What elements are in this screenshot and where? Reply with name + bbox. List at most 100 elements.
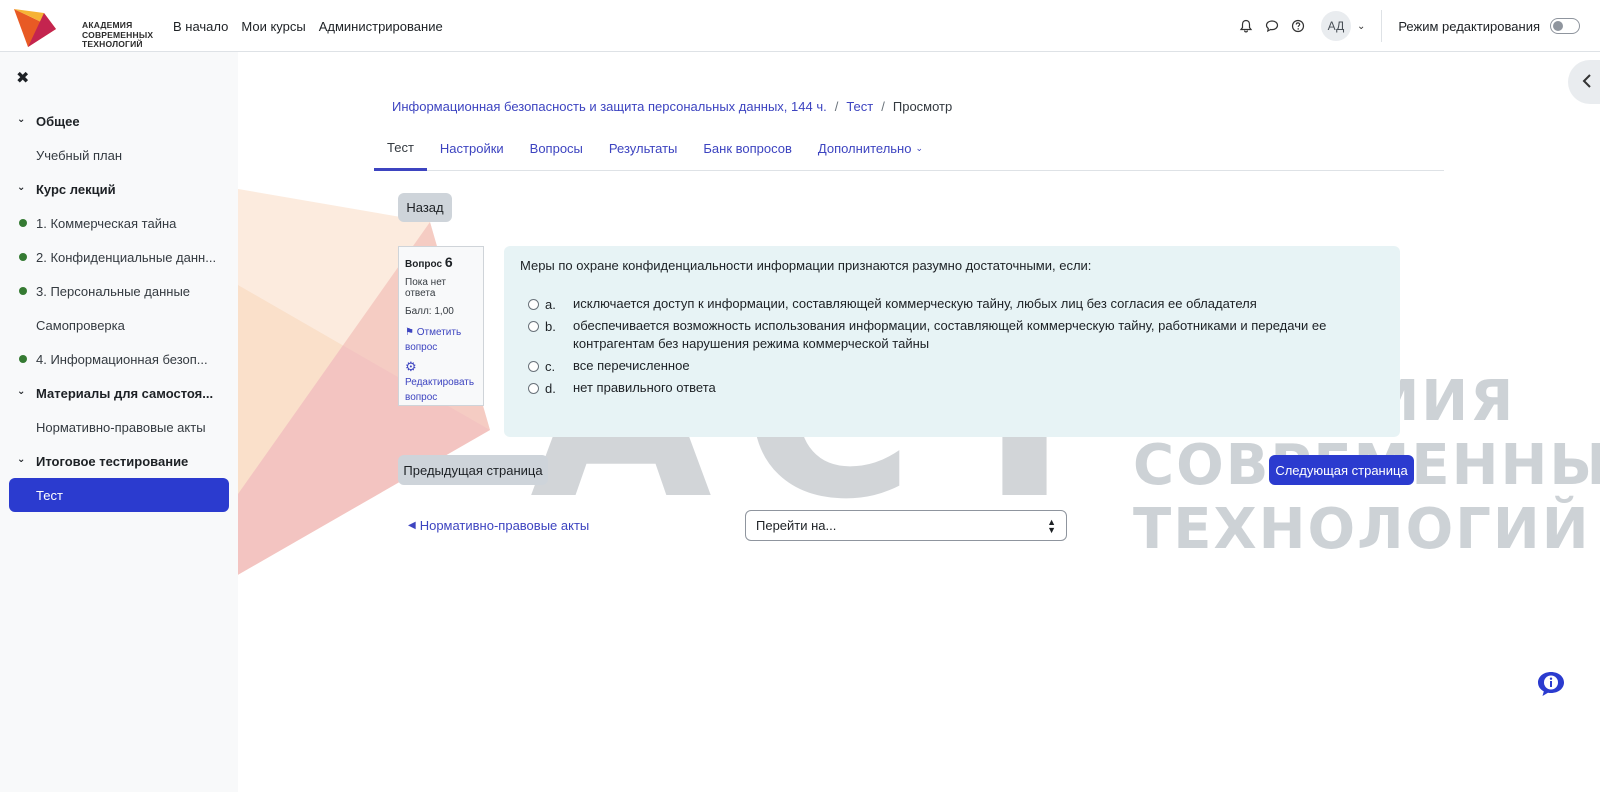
completion-dot-icon (19, 287, 27, 295)
course-item-info-security[interactable]: 4. Информационная безоп... (0, 342, 238, 376)
top-navbar: АКАДЕМИЯ СОВРЕМЕННЫХ ТЕХНОЛОГИЙ В начало… (0, 0, 1600, 52)
tab-questions[interactable]: Вопросы (517, 126, 596, 171)
chevron-down-icon[interactable]: ⌄ (17, 386, 25, 397)
answer-option-b[interactable]: b. обеспечивается возможность использова… (520, 318, 1384, 353)
gear-icon[interactable]: ⚙ (405, 359, 477, 375)
nav-home[interactable]: В начало (173, 19, 228, 34)
chevron-down-icon[interactable]: ⌄ (1357, 21, 1365, 32)
course-item-personal-data[interactable]: 3. Персональные данные (0, 274, 238, 308)
logo-text: АКАДЕМИЯ СОВРЕМЕННЫХ ТЕХНОЛОГИЙ (82, 20, 154, 49)
question-text: Меры по охране конфиденциальности информ… (520, 258, 1092, 273)
jump-to-select[interactable]: Перейти на... ▲ ▼ (745, 510, 1067, 541)
bell-icon[interactable] (1233, 13, 1259, 39)
answer-letter: a. (545, 297, 556, 312)
answer-text: все перечисленное (573, 358, 690, 373)
breadcrumb-current: Просмотр (892, 99, 953, 114)
close-icon[interactable]: ✖ (16, 68, 29, 88)
activity-tabs: Тест Настройки Вопросы Результаты Банк в… (374, 126, 1444, 171)
logo-mark-icon (14, 9, 56, 47)
course-item-label: Учебный план (36, 147, 122, 163)
prev-activity-label: Нормативно-правовые акты (419, 518, 590, 533)
select-caret-icon: ▲ ▼ (1047, 516, 1056, 535)
course-item-test-active[interactable]: Тест (9, 478, 229, 512)
brand-logo[interactable]: АКАДЕМИЯ СОВРЕМЕННЫХ ТЕХНОЛОГИЙ (14, 7, 153, 49)
completion-dot-icon (19, 355, 27, 363)
prev-activity-link[interactable]: ◀ Нормативно-правовые акты (408, 518, 589, 533)
jump-to-value: Перейти на... (756, 518, 837, 533)
question-info: Вопрос 6 Пока нет ответа Балл: 1,00 ⚑ От… (398, 246, 484, 406)
main-content: Информационная безопасность и защита пер… (238, 52, 1600, 792)
answer-option-c[interactable]: c. все перечисленное (520, 358, 1384, 375)
course-item-confidential-data[interactable]: 2. Конфиденциальные данн... (0, 240, 238, 274)
question-score: Балл: 1,00 (405, 306, 454, 317)
answer-option-a[interactable]: a. исключается доступ к информации, сост… (520, 296, 1384, 313)
answer-radio[interactable] (528, 321, 539, 332)
edit-question-link[interactable]: Редактировать вопрос (405, 375, 477, 405)
course-item-label: 4. Информационная безоп... (36, 351, 208, 367)
course-item-label: Тест (36, 487, 63, 503)
course-item-label: 2. Конфиденциальные данн... (36, 249, 217, 265)
tab-settings[interactable]: Настройки (427, 126, 517, 171)
course-item-label: Нормативно-правовые акты (36, 419, 206, 435)
breadcrumb-course[interactable]: Информационная безопасность и защита пер… (392, 99, 827, 114)
question-label: Вопрос (405, 259, 443, 270)
previous-page-button[interactable]: Предыдущая страница (398, 455, 548, 485)
flag-question-label: Отметить вопрос (405, 327, 462, 353)
course-item-label: Самопроверка (36, 317, 125, 333)
answer-text: обеспечивается возможность использования… (573, 318, 1327, 351)
help-circle-icon[interactable] (1285, 13, 1311, 39)
primary-nav: В начало Мои курсы Администрирование (173, 0, 456, 52)
chevron-down-icon[interactable]: ⌄ (17, 114, 25, 125)
navbar-right: АД ⌄ Режим редактирования (1233, 0, 1580, 52)
course-item-commercial-secret[interactable]: 1. Коммерческая тайна (0, 206, 238, 240)
section-title: Материалы для самостоя... (36, 385, 214, 401)
edit-mode-toggle[interactable] (1550, 18, 1580, 34)
answer-radio[interactable] (528, 361, 539, 372)
support-chat-icon[interactable] (1536, 670, 1564, 698)
completion-dot-icon (19, 219, 27, 227)
section-self-study[interactable]: ⌄ Материалы для самостоя... (0, 376, 238, 410)
completion-dot-icon (19, 253, 27, 261)
course-item-self-check[interactable]: Самопроверка (0, 308, 238, 342)
answer-list: a. исключается доступ к информации, сост… (520, 296, 1384, 397)
question-status: Пока нет ответа (405, 277, 447, 299)
section-final-test[interactable]: ⌄ Итоговое тестирование (0, 444, 238, 478)
nav-administration[interactable]: Администрирование (319, 19, 443, 34)
question-number: 6 (444, 254, 453, 270)
section-title: Общее (36, 113, 80, 129)
user-avatar[interactable]: АД (1320, 11, 1351, 41)
chevron-down-icon[interactable]: ⌄ (17, 182, 25, 193)
back-button[interactable]: Назад (398, 193, 452, 222)
nav-my-courses[interactable]: Мои курсы (241, 19, 305, 34)
flag-question-link[interactable]: ⚑ Отметить вопрос (405, 325, 477, 355)
course-item-regulations[interactable]: Нормативно-правовые акты (0, 410, 238, 444)
tab-quiz[interactable]: Тест (374, 126, 427, 171)
answer-radio[interactable] (528, 299, 539, 310)
course-index-drawer: ✖ ⌄ Общее Учебный план ⌄ Курс лекций 1. … (0, 52, 238, 792)
section-title: Итоговое тестирование (36, 453, 189, 469)
breadcrumb-separator: / (834, 99, 839, 114)
answer-option-d[interactable]: d. нет правильного ответа (520, 380, 1384, 397)
chat-icon[interactable] (1259, 13, 1285, 39)
breadcrumb-activity[interactable]: Тест (846, 99, 873, 114)
tab-results[interactable]: Результаты (596, 126, 690, 171)
answer-letter: c. (545, 359, 556, 374)
chevron-down-icon[interactable]: ⌄ (17, 454, 25, 465)
question-content: Меры по охране конфиденциальности информ… (504, 246, 1400, 437)
section-lectures[interactable]: ⌄ Курс лекций (0, 172, 238, 206)
next-page-button[interactable]: Следующая страница (1269, 455, 1414, 485)
chevron-down-icon: ⌄ (915, 143, 924, 153)
chevron-left-icon (1582, 73, 1592, 91)
section-general[interactable]: ⌄ Общее (0, 104, 238, 138)
answer-radio[interactable] (528, 383, 539, 394)
flag-icon: ⚑ (405, 327, 414, 338)
course-index: ⌄ Общее Учебный план ⌄ Курс лекций 1. Ко… (0, 104, 238, 512)
breadcrumb-separator: / (881, 99, 885, 114)
arrow-left-icon: ◀ (408, 520, 416, 531)
course-item-study-plan[interactable]: Учебный план (0, 138, 238, 172)
breadcrumb: Информационная безопасность и защита пер… (392, 99, 952, 114)
tab-more[interactable]: Дополнительно ⌄ (805, 126, 936, 171)
navbar-divider (1381, 10, 1383, 42)
answer-letter: d. (545, 381, 556, 396)
tab-question-bank[interactable]: Банк вопросов (690, 126, 805, 171)
